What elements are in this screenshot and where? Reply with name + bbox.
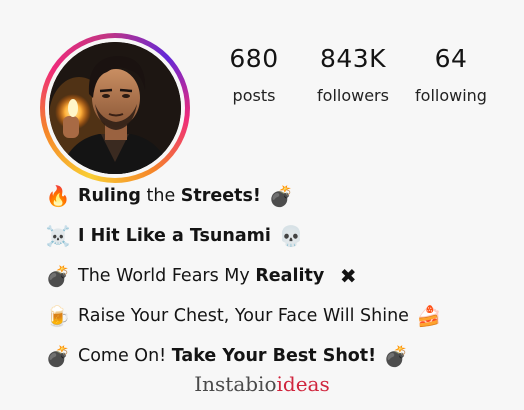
profile-avatar-ring[interactable]: [40, 33, 190, 183]
bomb-icon: 💣: [45, 344, 71, 368]
fire-icon: 🔥: [45, 184, 71, 208]
posts-label: posts: [232, 86, 276, 105]
following-label: following: [415, 86, 487, 105]
beer-icon: 🍺: [45, 304, 71, 328]
bio-line-1: 🔥 Ruling the Streets! 💣: [44, 176, 514, 216]
bio-text: the: [140, 186, 181, 206]
bio: 🔥 Ruling the Streets! 💣 ☠️ I Hit Like a …: [44, 176, 514, 376]
posts-stat[interactable]: 680 posts: [215, 44, 293, 105]
bio-text: Come On!: [78, 346, 172, 366]
pirate-flag-icon: ✖: [339, 264, 357, 288]
followers-count: 843K: [319, 44, 387, 73]
bio-line-2: ☠️ I Hit Like a Tsunami 💀: [44, 216, 514, 256]
bio-text: I Hit Like a Tsunami: [78, 226, 271, 246]
bio-line-3: 💣 The World Fears My Reality ✖: [44, 256, 514, 296]
cake-icon: 🍰: [416, 304, 442, 328]
bio-text: Ruling: [78, 186, 141, 206]
bomb-icon: 💣: [45, 264, 71, 288]
bomb-icon: 💣: [268, 184, 294, 208]
following-stat[interactable]: 64 following: [409, 44, 493, 105]
bio-text: Take Your Best Shot!: [171, 346, 377, 366]
followers-label: followers: [317, 86, 389, 105]
profile-stats: 680 posts 843K followers 64 following: [215, 44, 504, 114]
bio-text: Streets!: [180, 186, 261, 206]
brand-part-1: Instabio: [194, 372, 277, 396]
skull-crossbones-icon: ☠️: [45, 224, 71, 248]
following-count: 64: [434, 44, 468, 73]
brand-part-2: ideas: [276, 372, 330, 396]
bio-text: Reality: [255, 266, 325, 286]
posts-count: 680: [229, 44, 279, 73]
avatar-portrait-image: [49, 42, 181, 174]
bio-text: Raise Your Chest, Your Face Will Shine: [78, 306, 409, 326]
bio-line-5: 💣 Come On! Take Your Best Shot! 💣: [44, 336, 514, 376]
avatar[interactable]: [49, 42, 181, 174]
bio-text: The World Fears My: [78, 266, 256, 286]
bio-line-4: 🍺 Raise Your Chest, Your Face Will Shine…: [44, 296, 514, 336]
followers-stat[interactable]: 843K followers: [309, 44, 397, 105]
brand-watermark: Instabioideas: [0, 372, 524, 396]
skull-icon: 💀: [278, 224, 304, 248]
bomb-icon: 💣: [383, 344, 409, 368]
avatar-gap: [45, 38, 185, 178]
